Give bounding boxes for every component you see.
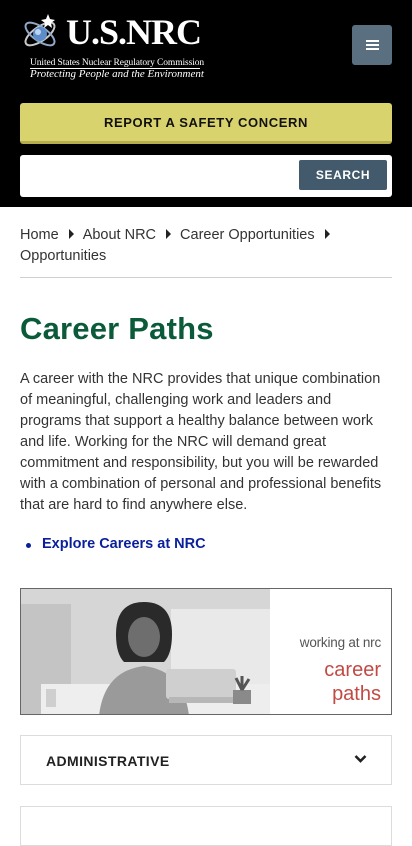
accordion-administrative[interactable]: ADMINISTRATIVE bbox=[20, 735, 392, 785]
logo-subtitle: United States Nuclear Regulatory Commiss… bbox=[30, 58, 205, 68]
banner-text: working at nrc career paths bbox=[271, 589, 391, 714]
hamburger-icon bbox=[365, 38, 379, 52]
logo-title: U.S.NRC bbox=[66, 12, 202, 52]
site-header: U.S.NRC United States Nuclear Regulatory… bbox=[0, 0, 412, 207]
breadcrumb-caret-icon bbox=[324, 229, 330, 239]
accordion-label: ADMINISTRATIVE bbox=[46, 753, 170, 769]
search-button[interactable]: SEARCH bbox=[299, 160, 387, 190]
explore-careers-link[interactable]: Explore Careers at NRC bbox=[42, 536, 206, 552]
breadcrumb-about-nrc[interactable]: About NRC bbox=[83, 227, 156, 243]
atom-logo-icon bbox=[24, 14, 56, 47]
logo-tagline: Protecting People and the Environment bbox=[30, 68, 204, 80]
banner-small-text: working at nrc bbox=[299, 635, 381, 650]
search-bar: SEARCH bbox=[20, 155, 392, 197]
intro-paragraph: A career with the NRC provides that uniq… bbox=[20, 371, 382, 513]
breadcrumb-career-opportunities[interactable]: Career Opportunities bbox=[180, 227, 315, 243]
menu-button[interactable] bbox=[352, 25, 392, 65]
bullet-icon bbox=[26, 543, 31, 548]
banner-heading-line1: career bbox=[324, 659, 381, 681]
search-input[interactable] bbox=[24, 159, 294, 193]
breadcrumb-divider bbox=[20, 277, 392, 278]
breadcrumb: Home About NRC Career Opportunities Opportu… bbox=[20, 225, 392, 267]
page-title: Career Paths bbox=[20, 311, 214, 346]
breadcrumb-caret-icon bbox=[68, 229, 74, 239]
banner-photo bbox=[21, 589, 270, 714]
breadcrumb-caret-icon bbox=[166, 229, 172, 239]
breadcrumb-opportunities: Opportunities bbox=[20, 248, 107, 264]
breadcrumb-home[interactable]: Home bbox=[20, 227, 59, 243]
accordion-next[interactable] bbox=[20, 806, 392, 846]
link-list: Explore Careers at NRC bbox=[26, 536, 206, 552]
nrc-logo[interactable]: U.S.NRC United States Nuclear Regulatory… bbox=[20, 10, 210, 82]
chevron-down-icon bbox=[354, 755, 367, 763]
list-item: Explore Careers at NRC bbox=[26, 536, 206, 552]
banner-heading-line2: paths bbox=[332, 683, 381, 705]
career-paths-banner: working at nrc career paths bbox=[20, 588, 392, 715]
report-safety-concern-button[interactable]: REPORT A SAFETY CONCERN bbox=[20, 103, 392, 144]
